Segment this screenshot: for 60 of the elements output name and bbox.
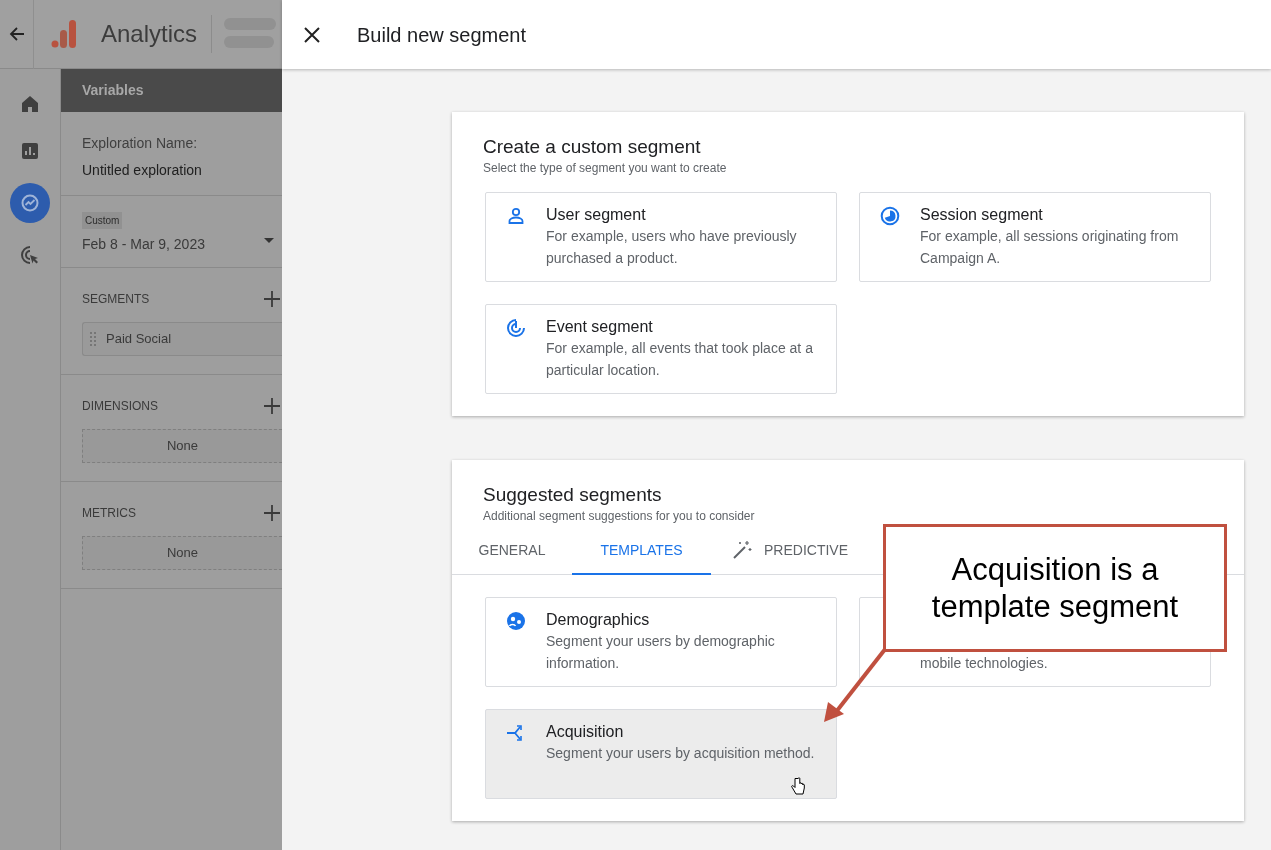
segment-option-card[interactable]: Demographics Segment your users by demographic information. xyxy=(485,597,837,687)
add-button[interactable] xyxy=(264,398,280,414)
option-description: For example, all events that took place at a particular location. xyxy=(546,339,814,380)
date-range-selector[interactable]: Custom Feb 8 - Mar 9, 2023 xyxy=(61,196,282,268)
advertising-icon xyxy=(19,244,41,266)
bar-chart-icon xyxy=(19,140,41,162)
dialog-title: Build new segment xyxy=(357,22,526,48)
plus-icon xyxy=(264,505,280,521)
people-circle-icon xyxy=(506,611,526,631)
close-icon xyxy=(304,26,320,43)
home-icon xyxy=(19,93,41,115)
card-title: Suggested segments xyxy=(483,483,663,507)
empty-drop-zone[interactable]: None xyxy=(82,536,282,570)
tab[interactable]: TEMPLATES xyxy=(572,527,711,575)
option-description: For example, all sessions originating from Campaign A. xyxy=(920,227,1180,268)
tab[interactable]: GENERAL xyxy=(452,527,572,575)
empty-drop-zone[interactable]: None xyxy=(82,429,282,463)
drag-handle-icon xyxy=(90,332,96,346)
option-title: Demographics xyxy=(546,610,651,630)
person-icon xyxy=(506,206,526,226)
option-description: Segment your users by acquisition method. xyxy=(546,744,816,763)
hand-cursor-icon xyxy=(791,777,805,796)
app-title: Analytics xyxy=(101,19,198,49)
option-description: For example, users who have previously purchased a product. xyxy=(546,227,798,268)
date-range: Feb 8 - Mar 9, 2023 xyxy=(82,235,205,254)
card-subtitle: Additional segment suggestions for you to consider xyxy=(483,508,756,525)
card-subtitle: Select the type of segment you want to create xyxy=(483,160,728,177)
option-description: Segment your users by demographic information. xyxy=(546,632,776,673)
segment-option-card[interactable]: Session segment For example, all sessions originating from Campaign A. xyxy=(859,192,1211,282)
option-title: Session segment xyxy=(920,205,1044,225)
segment-option-card[interactable]: User segment For example, users who have previously purchased a product. xyxy=(485,192,837,282)
explore-icon xyxy=(19,192,41,214)
card-title: Create a custom segment xyxy=(483,135,702,159)
segment-chip[interactable]: Paid Social xyxy=(82,322,282,356)
plus-icon xyxy=(264,291,280,307)
close-button[interactable] xyxy=(302,24,322,45)
target-icon xyxy=(506,318,526,338)
exploration-name-label: Exploration Name: xyxy=(82,134,199,153)
exploration-name: Untitled exploration xyxy=(82,161,203,180)
option-description: mobile technologies. xyxy=(920,654,1049,673)
section-title: SEGMENTS xyxy=(82,291,150,308)
add-button[interactable] xyxy=(264,291,280,307)
option-title: User segment xyxy=(546,205,647,225)
magic-wand-icon xyxy=(732,540,752,560)
add-button[interactable] xyxy=(264,505,280,521)
date-chip: Custom xyxy=(82,212,123,229)
section-title: DIMENSIONS xyxy=(82,398,158,415)
callout-text: Acquisition is a template segment xyxy=(930,551,1180,625)
panel-title: Variables xyxy=(82,81,144,100)
dropdown-caret-icon xyxy=(264,238,274,243)
clock-circle-icon xyxy=(880,206,900,226)
segment-option-card[interactable]: Event segment For example, all events that took place at a particular location. xyxy=(485,304,837,394)
option-title: Event segment xyxy=(546,317,654,337)
nav-button[interactable] xyxy=(10,183,50,223)
option-title: Acquisition xyxy=(546,722,625,742)
segment-option-card[interactable]: Acquisition Segment your users by acquisition method. xyxy=(485,709,837,799)
plus-icon xyxy=(264,398,280,414)
tab[interactable]: PREDICTIVE xyxy=(711,527,869,575)
back-arrow-icon xyxy=(8,26,25,42)
section-title: METRICS xyxy=(82,505,136,522)
